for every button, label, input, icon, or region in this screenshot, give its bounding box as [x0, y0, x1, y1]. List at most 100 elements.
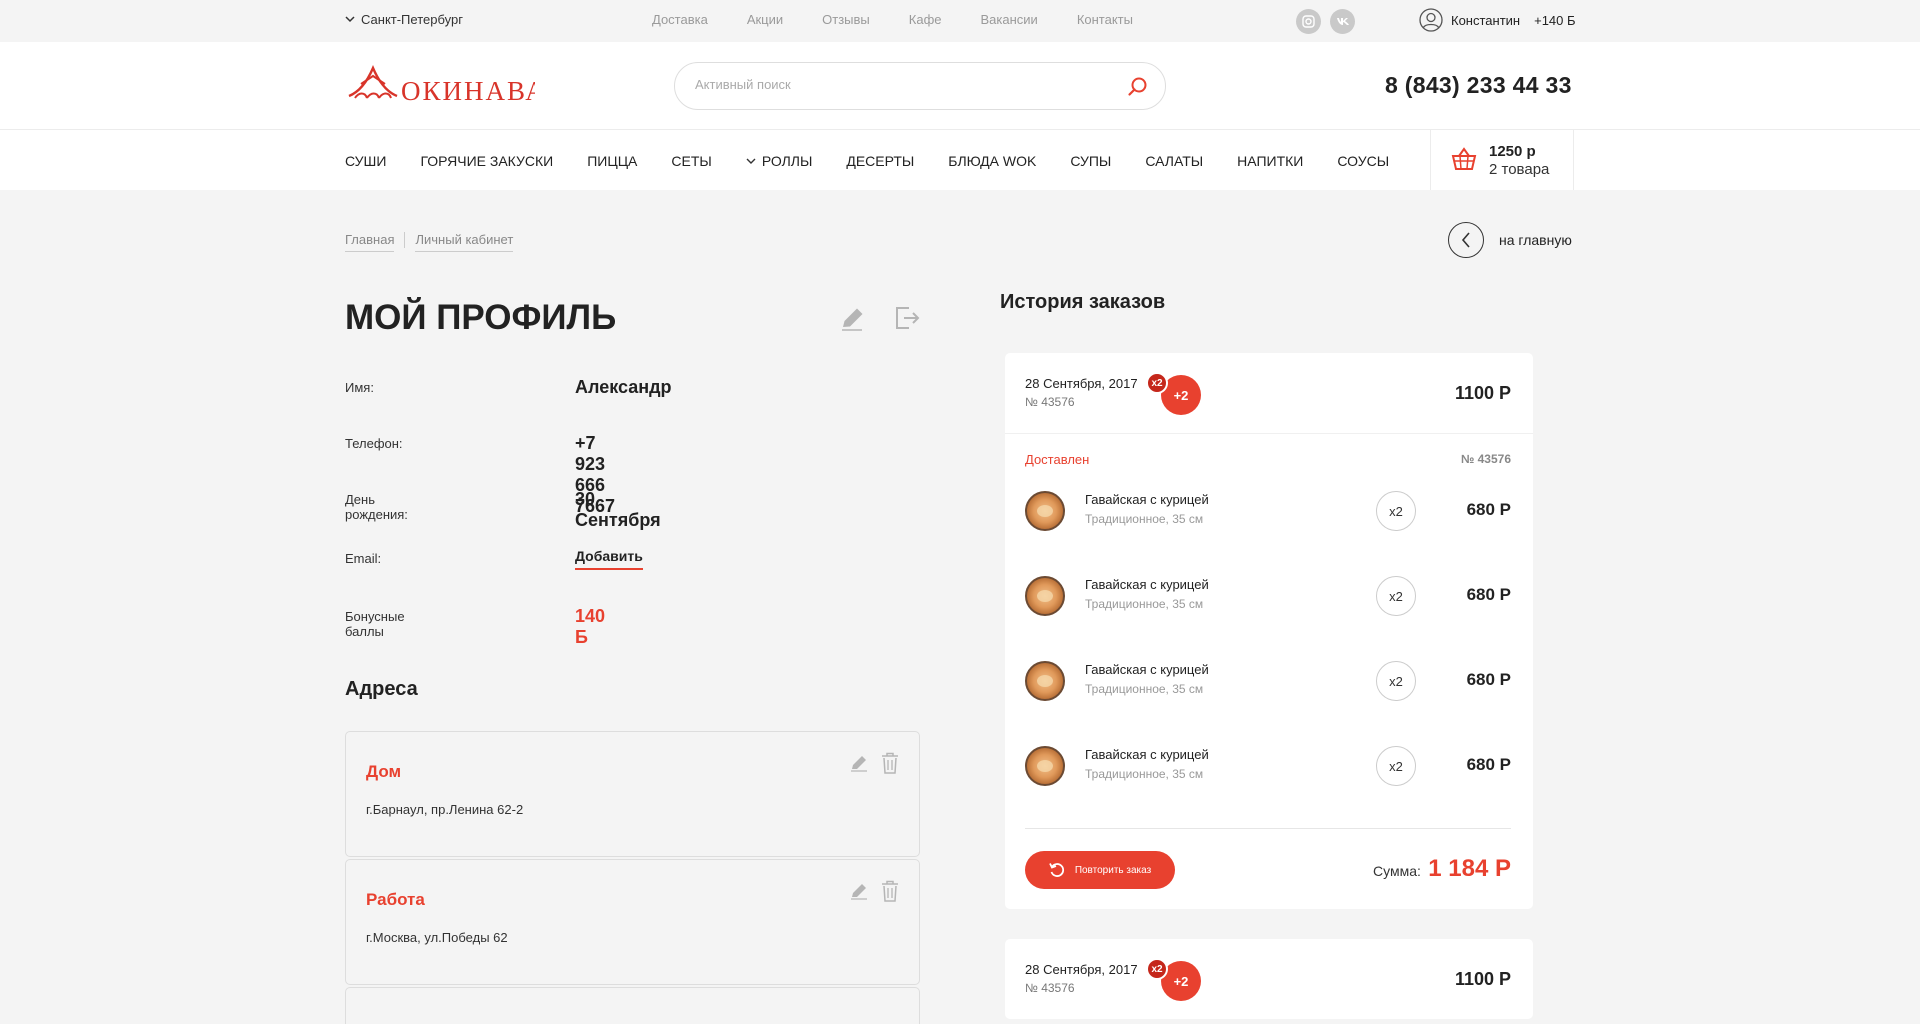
- add-email-link[interactable]: Добавить: [575, 548, 643, 570]
- addresses-title: Адреса: [345, 678, 418, 700]
- divider: [1005, 433, 1533, 434]
- address-name: Дом: [366, 762, 402, 781]
- user-name: Константин: [1451, 12, 1521, 28]
- search-box[interactable]: [674, 62, 1166, 110]
- menu-item-label: Салаты: [1145, 153, 1204, 169]
- menu-item-sauces[interactable]: Соусы: [1337, 153, 1389, 169]
- item-quantity: x2: [1376, 576, 1416, 616]
- menu-item-label: Пицца: [587, 153, 638, 169]
- logo[interactable]: ОКИНАВА: [345, 62, 535, 110]
- phone-number[interactable]: 8 (843) 233 44 33: [1385, 72, 1572, 99]
- menu-item-rolls[interactable]: Роллы: [746, 153, 812, 169]
- pencil-icon[interactable]: [838, 305, 866, 333]
- field-label: День рождения:: [345, 492, 408, 522]
- menu-item-label: Суши: [345, 153, 387, 169]
- menu-item-hot-snacks[interactable]: Горячие закуски: [420, 153, 553, 169]
- menu-item-sushi[interactable]: Суши: [345, 153, 386, 169]
- top-nav-vacancies[interactable]: Вакансии: [981, 12, 1038, 27]
- menu-item-label: Соусы: [1337, 153, 1390, 169]
- search-input[interactable]: [695, 77, 1095, 92]
- pizza-image: [1025, 491, 1065, 531]
- order-sum: 1 184 Р: [1428, 855, 1511, 882]
- menu-item-label: Десерты: [846, 153, 915, 169]
- address-name: Работа: [366, 890, 425, 909]
- order-item: Гавайская с курицей Традиционное, 35 см …: [1025, 485, 1511, 535]
- menu-item-drinks[interactable]: Напитки: [1237, 153, 1303, 169]
- city-selector[interactable]: Санкт-Петербург: [345, 12, 463, 27]
- item-details: Традиционное, 35 см: [1085, 597, 1204, 611]
- menu-item-pizza[interactable]: Пицца: [587, 153, 637, 169]
- address-card: Работа г.Москва, ул.Победы 62: [345, 859, 920, 985]
- chevron-down-icon: [746, 158, 756, 164]
- repeat-order-button[interactable]: Повторить заказ: [1025, 851, 1175, 889]
- item-name: Гавайская с курицей: [1085, 492, 1209, 507]
- item-price: 680 Р: [1466, 500, 1511, 519]
- order-header[interactable]: 28 Сентября, 2017 № 43576 +2 x2 1100 Р: [1005, 939, 1533, 1019]
- top-nav: Доставка Акции Отзывы Кафе Вакансии Конт…: [652, 12, 1172, 27]
- pencil-icon[interactable]: [849, 881, 869, 901]
- item-name: Гавайская с курицей: [1085, 747, 1209, 762]
- refresh-icon: [1049, 863, 1064, 877]
- quantity-badge: x2: [1146, 372, 1168, 394]
- order-item: Гавайская с курицей Традиционное, 35 см …: [1025, 570, 1511, 620]
- top-bar: Санкт-Петербург Доставка Акции Отзывы Ка…: [0, 0, 1920, 42]
- menu-item-desserts[interactable]: Десерты: [846, 153, 914, 169]
- logout-icon[interactable]: [893, 304, 921, 332]
- order-number: № 43576: [1025, 981, 1075, 995]
- menu-item-salads[interactable]: Салаты: [1145, 153, 1203, 169]
- vk-icon[interactable]: [1330, 9, 1355, 34]
- menu-item-wok[interactable]: Блюда WOK: [948, 153, 1036, 169]
- field-label: Email:: [345, 551, 382, 566]
- search-icon[interactable]: [1127, 76, 1149, 98]
- top-nav-promotions[interactable]: Акции: [747, 12, 783, 27]
- item-price: 680 Р: [1466, 755, 1511, 774]
- quantity-badge: x2: [1146, 958, 1168, 980]
- top-nav-contacts[interactable]: Контакты: [1077, 12, 1133, 27]
- pizza-image: [1025, 661, 1065, 701]
- top-nav-cafe[interactable]: Кафе: [909, 12, 942, 27]
- top-nav-reviews[interactable]: Отзывы: [822, 12, 870, 27]
- breadcrumb-current[interactable]: Личный кабинет: [415, 232, 514, 252]
- order-card: 28 Сентября, 2017 № 43576 +2 x2 1100 Р Д…: [1005, 353, 1533, 909]
- city-label: Санкт-Петербург: [361, 12, 463, 27]
- bonus-value: 140 Б: [575, 606, 606, 647]
- order-date: 28 Сентября, 2017: [1025, 376, 1138, 391]
- trash-icon[interactable]: [881, 752, 899, 774]
- back-label: на главную: [1499, 232, 1572, 248]
- menu-item-label: Блюда WOK: [948, 153, 1037, 169]
- address-text: г.Барнаул, пр.Ленина 62-2: [366, 802, 524, 817]
- pencil-icon[interactable]: [849, 753, 869, 773]
- item-details: Традиционное, 35 см: [1085, 682, 1204, 696]
- item-price: 680 Р: [1466, 585, 1511, 604]
- back-to-home-link[interactable]: на главную: [1448, 222, 1572, 258]
- field-label: Телефон:: [345, 436, 403, 451]
- order-price: 1100 Р: [1454, 969, 1511, 989]
- header: ОКИНАВА 8 (843) 233 44 33: [0, 42, 1920, 130]
- pizza-image: [1025, 746, 1065, 786]
- order-item: Гавайская с курицей Традиционное, 35 см …: [1025, 740, 1511, 790]
- user-account[interactable]: Константин +140 Б: [1419, 8, 1576, 32]
- cart-button[interactable]: 1250 р 2 товара: [1430, 130, 1574, 190]
- menu-item-label: Напитки: [1237, 153, 1304, 169]
- menu-item-soups[interactable]: Супы: [1070, 153, 1111, 169]
- item-quantity: x2: [1376, 661, 1416, 701]
- cart-count: 2 товара: [1489, 161, 1550, 178]
- instagram-icon[interactable]: [1296, 9, 1321, 34]
- item-details: Традиционное, 35 см: [1085, 767, 1204, 781]
- menu-item-sets[interactable]: Сеты: [671, 153, 711, 169]
- trash-icon[interactable]: [881, 880, 899, 902]
- cart-sum: 1250 р: [1489, 143, 1536, 160]
- field-label: Имя:: [345, 380, 374, 395]
- repeat-order-label: Повторить заказ: [1074, 864, 1152, 876]
- field-value: Александр: [575, 377, 672, 397]
- menu-item-label: Сеты: [671, 153, 712, 169]
- order-card: 28 Сентября, 2017 № 43576 +2 x2 1100 Р: [1005, 939, 1533, 1019]
- order-item: Гавайская с курицей Традиционное, 35 см …: [1025, 655, 1511, 705]
- user-icon: [1419, 8, 1443, 32]
- breadcrumb-home[interactable]: Главная: [345, 232, 395, 252]
- top-nav-delivery[interactable]: Доставка: [652, 12, 708, 27]
- user-bonus: +140 Б: [1534, 12, 1576, 28]
- pizza-image: [1025, 576, 1065, 616]
- chevron-left-icon: [1448, 222, 1484, 258]
- order-header[interactable]: 28 Сентября, 2017 № 43576 +2 x2 1100 Р: [1005, 353, 1533, 433]
